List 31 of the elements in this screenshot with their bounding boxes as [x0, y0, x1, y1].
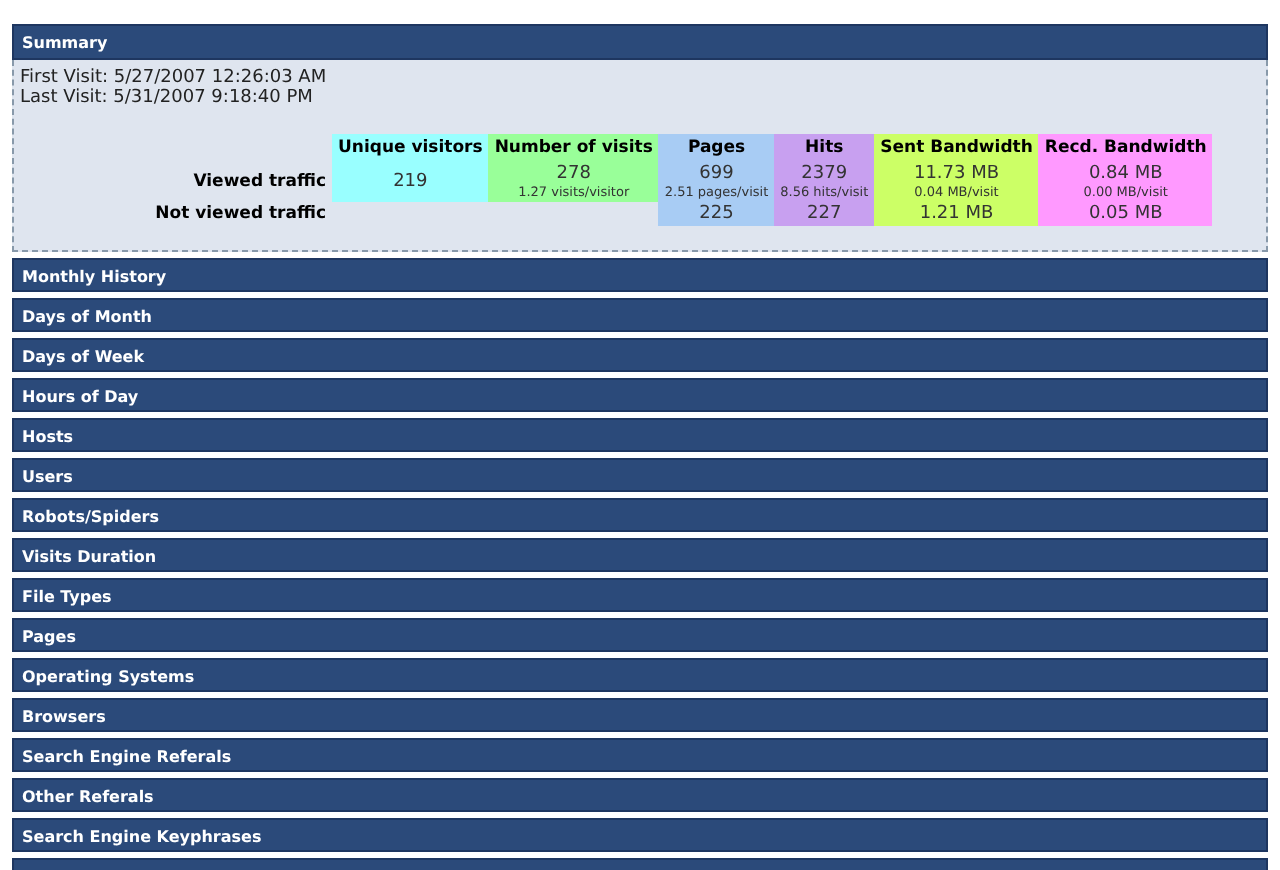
- section-header[interactable]: Hours of Day: [12, 378, 1268, 412]
- first-visit-text: First Visit: 5/27/2007 12:26:03 AM: [20, 68, 329, 88]
- section-header[interactable]: Hosts: [12, 418, 1268, 452]
- section-header[interactable]: Browsers: [12, 698, 1268, 732]
- section-header[interactable]: Robots/Spiders: [12, 498, 1268, 532]
- section-header[interactable]: Pages: [12, 618, 1268, 652]
- column-header: Hits: [774, 134, 875, 162]
- column-header: Number of visits: [488, 134, 659, 162]
- table-cell: 227: [774, 202, 875, 226]
- section-header[interactable]: File Types: [12, 578, 1268, 612]
- row-label: Viewed traffic: [193, 172, 326, 192]
- section-header[interactable]: Days of Week: [12, 338, 1268, 372]
- table-cell: 225: [658, 202, 775, 226]
- section-header[interactable]: Other Referals: [12, 778, 1268, 812]
- section-header[interactable]: Search Engine Referals: [12, 738, 1268, 772]
- table-cell: 0.05 MB: [1038, 202, 1213, 226]
- section-header[interactable]: Search Engine Keyphrases: [12, 818, 1268, 852]
- section-header[interactable]: Monthly History: [12, 258, 1268, 292]
- section-header[interactable]: Days of Month: [12, 298, 1268, 332]
- section-header[interactable]: Users: [12, 458, 1268, 492]
- table-cell: 1.21 MB: [874, 202, 1039, 226]
- column-header: Sent Bandwidth: [874, 134, 1039, 162]
- section-header: Summary: [12, 24, 1268, 60]
- section-header[interactable]: Operating Systems: [12, 658, 1268, 692]
- section-header[interactable]: Visits Duration: [12, 538, 1268, 572]
- column-header: Recd. Bandwidth: [1038, 134, 1213, 162]
- column-header: Pages: [658, 134, 775, 162]
- column-header: Unique visitors: [332, 134, 489, 162]
- last-visit-text: Last Visit: 5/31/2007 9:18:40 PM: [20, 88, 315, 108]
- row-label: Not viewed traffic: [155, 204, 326, 224]
- table-cell: 219: [332, 162, 489, 202]
